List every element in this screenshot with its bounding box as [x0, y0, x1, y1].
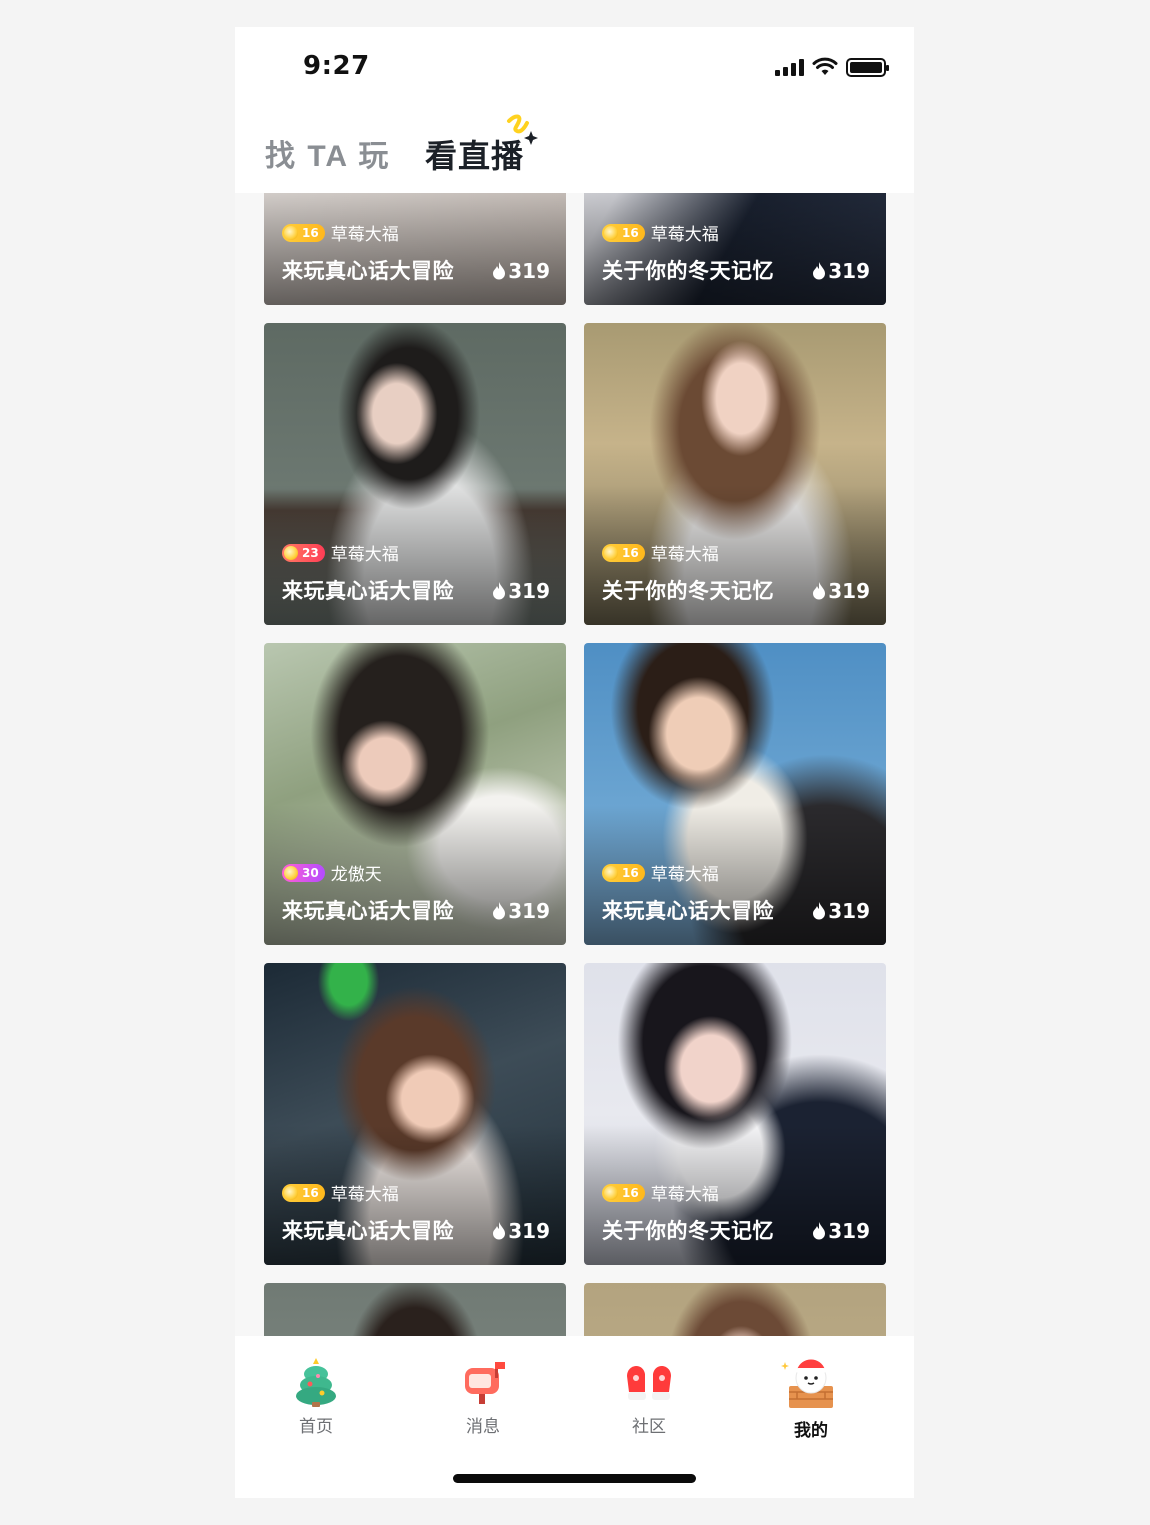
cellular-signal-icon [775, 58, 804, 76]
coin-icon [604, 865, 618, 880]
mailbox-icon [465, 1362, 505, 1404]
coin-icon [604, 1185, 618, 1200]
streamer-name: 草莓大福 [330, 225, 399, 245]
home-indicator[interactable] [453, 1474, 696, 1483]
streamer-name: 草莓大福 [650, 865, 719, 885]
mittens-icon [627, 1365, 671, 1400]
level-badge: 30 [282, 863, 325, 882]
coin-icon [284, 545, 298, 560]
nav-item-home[interactable]: 首页 [271, 1352, 361, 1437]
live-card[interactable]: 16 草莓大福 关于你的冬天记忆 319 [584, 323, 886, 625]
flame-icon [813, 582, 826, 600]
heat-count: 319 [492, 579, 550, 603]
coin-icon [604, 545, 618, 560]
heat-count: 319 [812, 259, 870, 283]
sparkle-squiggle-icon [507, 114, 538, 145]
streamer-name: 草莓大福 [330, 545, 399, 565]
streamer-name: 草莓大福 [650, 225, 719, 245]
coin-icon [284, 225, 298, 240]
coin-icon [604, 225, 618, 240]
live-card[interactable]: 16 草莓大福 来玩真心话大冒险 319 [584, 643, 886, 945]
streamer-name: 龙傲天 [330, 865, 382, 885]
heat-count: 319 [492, 1219, 550, 1243]
heat-count: 319 [812, 899, 870, 923]
level-badge: 16 [602, 543, 645, 562]
stream-title: 来玩真心话大冒险 [282, 259, 454, 283]
tab-find-ta[interactable]: 找 TA 玩 [265, 131, 390, 175]
stream-title: 关于你的冬天记忆 [602, 579, 774, 603]
flame-icon [813, 1222, 826, 1240]
snowman-chimney-icon [781, 1356, 833, 1408]
stream-title: 来玩真心话大冒险 [282, 1219, 454, 1243]
status-time: 9:27 [303, 51, 370, 81]
coin-icon [284, 1185, 298, 1200]
nav-label: 首页 [299, 1417, 333, 1437]
heat-count: 319 [492, 259, 550, 283]
flame-icon [493, 582, 506, 600]
level-badge: 16 [602, 223, 645, 242]
streamer-name: 草莓大福 [650, 545, 719, 565]
stream-title: 来玩真心话大冒险 [282, 579, 454, 603]
status-icons [775, 57, 889, 77]
level-badge: 16 [602, 863, 645, 882]
nav-label: 我的 [794, 1421, 828, 1441]
stream-title: 关于你的冬天记忆 [602, 1219, 774, 1243]
nav-item-messages[interactable]: 消息 [438, 1352, 528, 1437]
nav-item-community[interactable]: 社区 [604, 1352, 694, 1437]
live-card[interactable]: 23 草莓大福 来玩真心话大冒险 319 [264, 323, 566, 625]
streamer-name: 草莓大福 [330, 1185, 399, 1205]
level-badge: 16 [282, 223, 325, 242]
top-header: 9:27 找 TA 玩 看直播 [235, 27, 914, 193]
live-card[interactable]: 16 草莓大福 来玩真心话大冒险 319 [264, 963, 566, 1265]
heat-count: 319 [492, 899, 550, 923]
heat-count: 319 [812, 579, 870, 603]
stream-title: 来玩真心话大冒险 [602, 899, 774, 923]
stream-title: 关于你的冬天记忆 [602, 259, 774, 283]
level-badge: 23 [282, 543, 325, 562]
heat-count: 319 [812, 1219, 870, 1243]
phone-screen: 16 草莓大福 来玩真心话大冒险 319 16 草莓大福 关于你的冬天记忆 31… [235, 27, 914, 1498]
level-badge: 16 [282, 1183, 325, 1202]
level-badge: 16 [602, 1183, 645, 1202]
flame-icon [493, 902, 506, 920]
coin-icon [284, 865, 298, 880]
nav-label: 消息 [466, 1417, 500, 1437]
flame-icon [493, 1222, 506, 1240]
christmas-tree-icon [296, 1358, 336, 1407]
wifi-icon [812, 57, 838, 75]
nav-item-profile[interactable]: 我的 [766, 1352, 856, 1441]
bottom-navigation: 首页 消息 社区 我的 [235, 1336, 914, 1498]
flame-icon [813, 262, 826, 280]
live-card[interactable]: 16 草莓大福 关于你的冬天记忆 319 [584, 963, 886, 1265]
streamer-name: 草莓大福 [650, 1185, 719, 1205]
flame-icon [813, 902, 826, 920]
battery-icon [846, 57, 889, 77]
stream-title: 来玩真心话大冒险 [282, 899, 454, 923]
nav-label: 社区 [632, 1417, 666, 1437]
flame-icon [493, 262, 506, 280]
live-card[interactable]: 30 龙傲天 来玩真心话大冒险 319 [264, 643, 566, 945]
